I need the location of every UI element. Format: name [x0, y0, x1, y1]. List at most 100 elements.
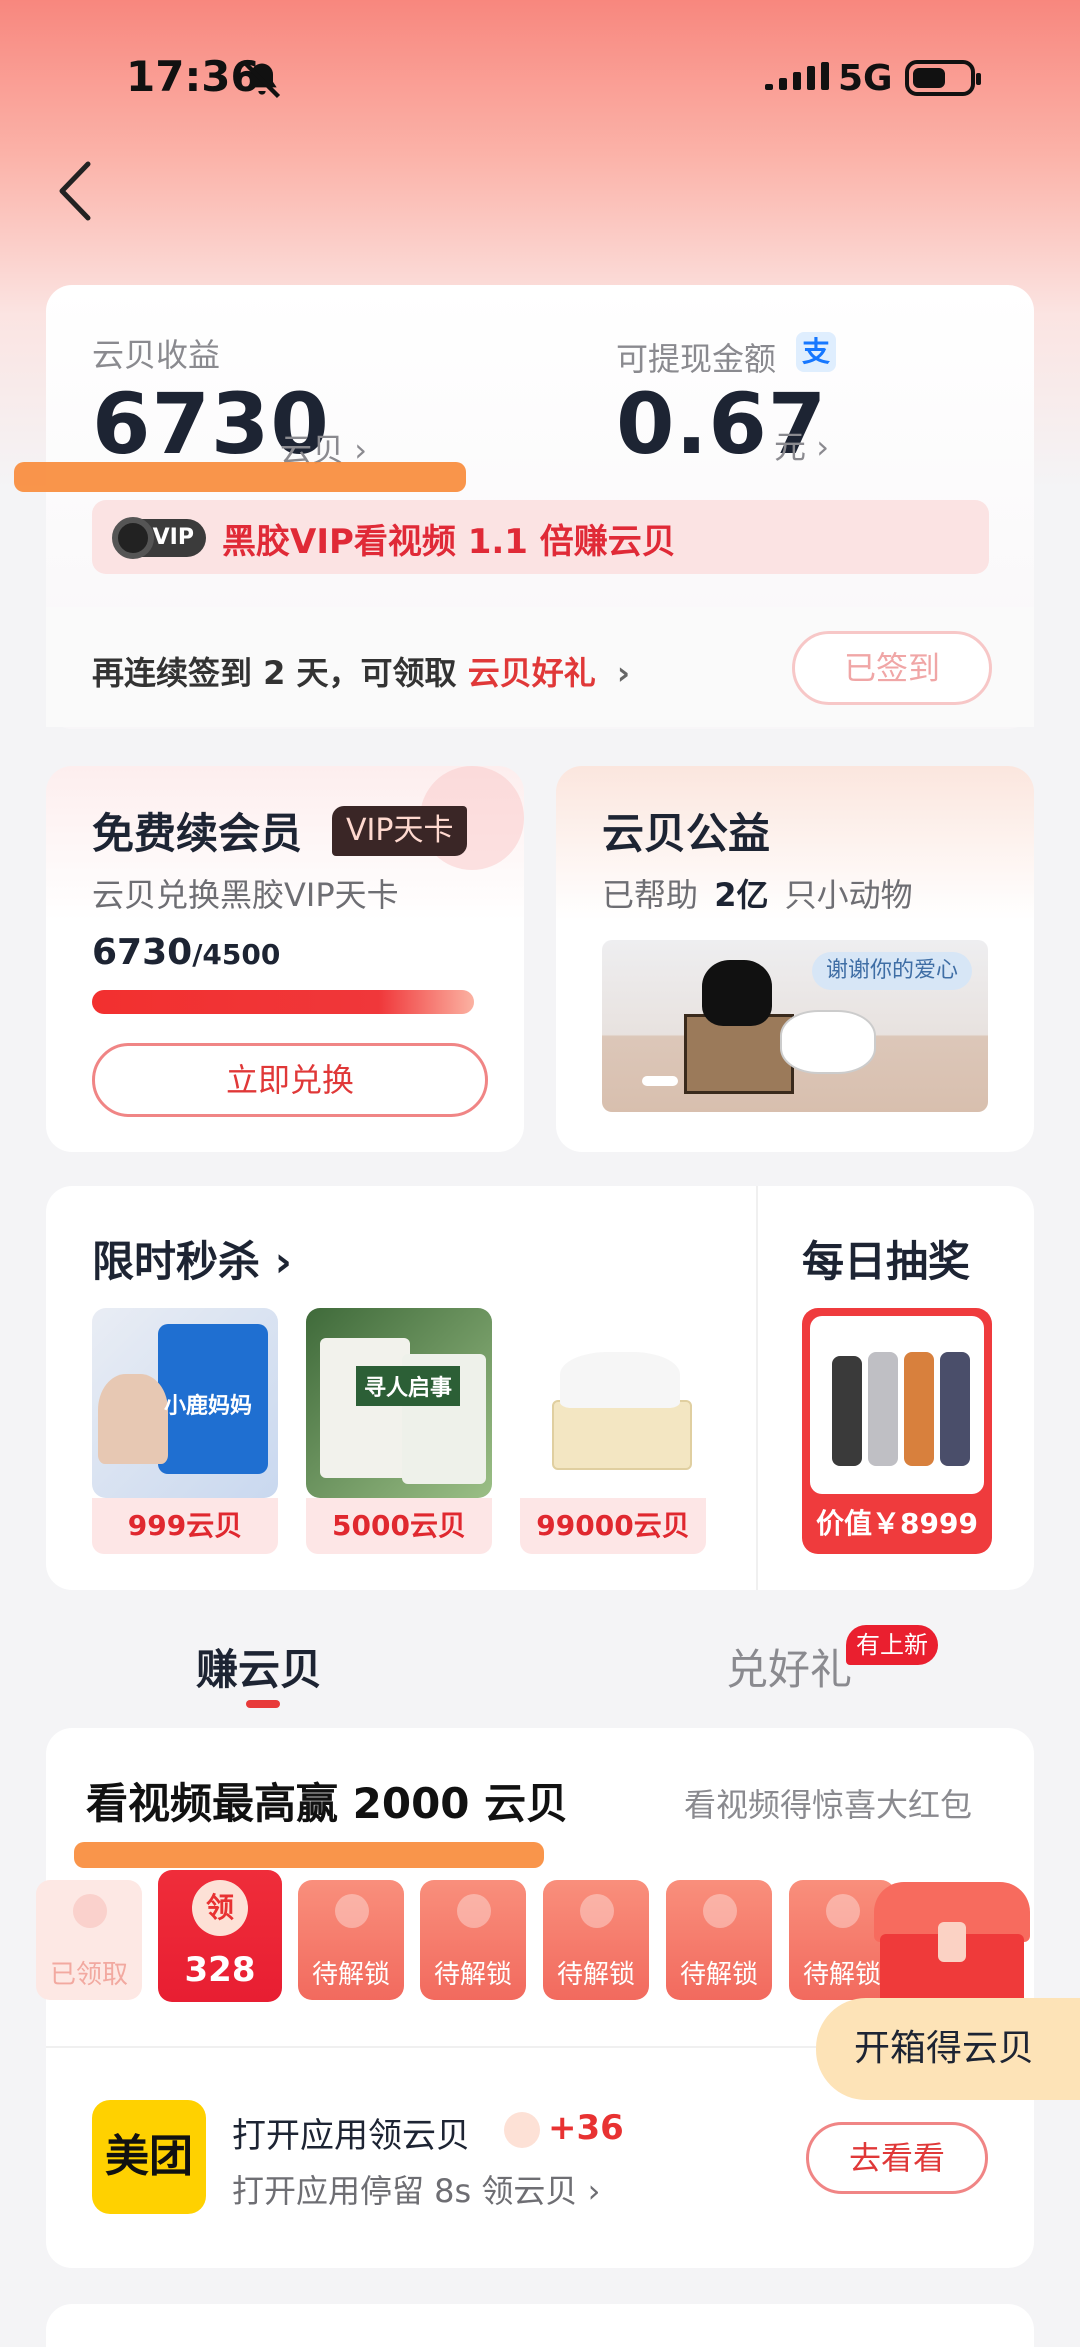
- status-bar: 17:36 5G: [0, 0, 1080, 160]
- helped-suffix: 只小动物: [784, 876, 913, 914]
- signin-gift-link[interactable]: 云贝好礼: [468, 654, 596, 692]
- product-item[interactable]: 纸巾 99000云贝: [520, 1308, 706, 1554]
- chevron-right-icon: ›: [616, 654, 631, 692]
- lottery-prize[interactable]: 价值￥8999: [802, 1308, 992, 1554]
- dog-icon: [780, 1010, 876, 1074]
- lock-icon: [703, 1894, 737, 1928]
- product-price: 999云贝: [92, 1498, 278, 1554]
- app-task-title: 打开应用领云贝: [232, 2116, 470, 2156]
- envelope-label: 已领取: [49, 1960, 128, 1990]
- video-task-subtitle: 看视频得惊喜大红包: [684, 1786, 973, 1824]
- reward-envelope-current[interactable]: 领 328: [158, 1870, 282, 2002]
- product-image: 小鹿妈妈: [92, 1308, 278, 1498]
- redeem-now-button[interactable]: 立即兑换: [92, 1043, 488, 1117]
- tissue-icon: [560, 1352, 680, 1408]
- product-price: 99000云贝: [520, 1498, 706, 1554]
- video-task-title: 看视频最高赢 2000 云贝: [86, 1779, 569, 1828]
- battery-icon: [905, 60, 981, 96]
- lock-icon: [580, 1894, 614, 1928]
- helped-count: 2亿: [714, 876, 769, 914]
- next-card: [46, 2304, 1034, 2347]
- signin-prefix: 再连续签到 2 天，可领取: [92, 654, 457, 692]
- product-item[interactable]: 小鹿妈妈 999云贝: [92, 1308, 278, 1554]
- progress-fill: [92, 990, 474, 1014]
- signed-button[interactable]: 已签到: [792, 631, 992, 705]
- app-task-subtitle-text: 打开应用停留 8s 领云贝: [232, 2172, 578, 2210]
- free-vip-progress-text: 6730/4500: [92, 932, 280, 973]
- open-chest-button[interactable]: 开箱得云贝: [816, 1998, 1080, 2100]
- cat-icon: [702, 960, 772, 1026]
- highlight-mark: [14, 462, 466, 492]
- lock-icon: [335, 1894, 369, 1928]
- signal-icon: [765, 62, 829, 90]
- vip-badge-text: VIP: [152, 525, 194, 550]
- tab-active-indicator: [246, 1700, 280, 1708]
- lottery-image: [810, 1316, 984, 1494]
- lottery-price: 价值￥8999: [816, 1507, 978, 1540]
- envelope-label: 待解锁: [433, 1960, 512, 1990]
- new-badge: 有上新: [846, 1625, 938, 1665]
- coin-icon: [73, 1894, 107, 1928]
- product-price: 5000云贝: [306, 1498, 492, 1554]
- divider: [756, 1186, 758, 1590]
- earnings-label: 云贝收益: [92, 336, 221, 374]
- phone-icon: [904, 1352, 934, 1466]
- free-vip-progress-bar: [92, 990, 474, 1014]
- product-brand: 纸巾: [560, 1468, 561, 1469]
- withdraw-unit-text: 元: [774, 428, 807, 466]
- product-item[interactable]: 寻人启事 5000云贝: [306, 1308, 492, 1554]
- vinyl-vip-badge: VIP: [112, 517, 206, 559]
- back-arrow-icon[interactable]: [52, 156, 102, 226]
- treasure-chest-icon[interactable]: [874, 1882, 1030, 2010]
- chevron-right-icon: ›: [274, 1237, 292, 1286]
- mute-bell-icon: [243, 61, 281, 99]
- progress-target: /4500: [192, 938, 281, 971]
- highlight-mark: [74, 1842, 544, 1868]
- helped-prefix: 已帮助: [602, 876, 699, 914]
- progress-current: 6730: [92, 932, 193, 973]
- product-brand: 寻人启事: [356, 1366, 461, 1406]
- flash-sale-title-text: 限时秒杀: [92, 1237, 261, 1286]
- person-figure: [98, 1374, 168, 1464]
- coin-icon: [504, 2112, 540, 2148]
- product-image: 纸巾: [520, 1308, 706, 1498]
- go-see-button[interactable]: 去看看: [806, 2122, 988, 2194]
- box-illustration: [684, 1014, 794, 1094]
- free-vip-subtitle: 云贝兑换黑胶VIP天卡: [92, 876, 399, 914]
- tab-earn[interactable]: 赚云贝: [196, 1636, 322, 1697]
- signin-text[interactable]: 再连续签到 2 天，可领取 云贝好礼 ›: [92, 648, 630, 694]
- vip-promo-text: 黑胶VIP看视频 1.1 倍赚云贝: [222, 522, 676, 562]
- envelope-label: 待解锁: [556, 1960, 635, 1990]
- app-task-reward: +36: [548, 2108, 624, 2148]
- lock-icon: [457, 1894, 491, 1928]
- network-type: 5G: [838, 58, 893, 99]
- reward-envelope-claimed: 已领取: [36, 1880, 142, 2000]
- reward-envelope-locked: 待解锁: [666, 1880, 772, 2000]
- envelope-label: 待解锁: [311, 1960, 390, 1990]
- free-vip-title: 免费续会员: [92, 809, 303, 858]
- bone-icon: [642, 1076, 678, 1086]
- claim-icon: 领: [192, 1880, 248, 1936]
- product-pack: [320, 1338, 410, 1478]
- phone-icon: [832, 1356, 862, 1466]
- tab-redeem[interactable]: 兑好礼: [726, 1636, 852, 1697]
- app-task-subtitle[interactable]: 打开应用停留 8s 领云贝 ›: [232, 2166, 600, 2212]
- envelope-label: 待解锁: [679, 1960, 758, 1990]
- alipay-icon: 支: [796, 332, 836, 372]
- product-pack: [552, 1400, 692, 1470]
- product-image: 寻人启事: [306, 1308, 492, 1498]
- phone-icon: [940, 1352, 970, 1466]
- withdraw-unit[interactable]: 元 ›: [774, 422, 829, 468]
- vinyl-record-icon: [112, 517, 154, 559]
- vip-day-card-tag: VIP天卡: [332, 806, 468, 856]
- divider: [46, 2046, 816, 2048]
- reward-envelope-locked: 待解锁: [420, 1880, 526, 2000]
- envelope-value: 328: [184, 1950, 256, 1990]
- chevron-right-icon: ›: [587, 2172, 601, 2210]
- meituan-logo: 美团: [92, 2100, 206, 2214]
- chevron-right-icon: ›: [816, 428, 829, 466]
- charity-title: 云贝公益: [602, 809, 771, 858]
- lottery-title: 每日抽奖: [802, 1237, 971, 1286]
- lock-icon: [826, 1894, 860, 1928]
- flash-sale-title[interactable]: 限时秒杀 ›: [92, 1228, 292, 1289]
